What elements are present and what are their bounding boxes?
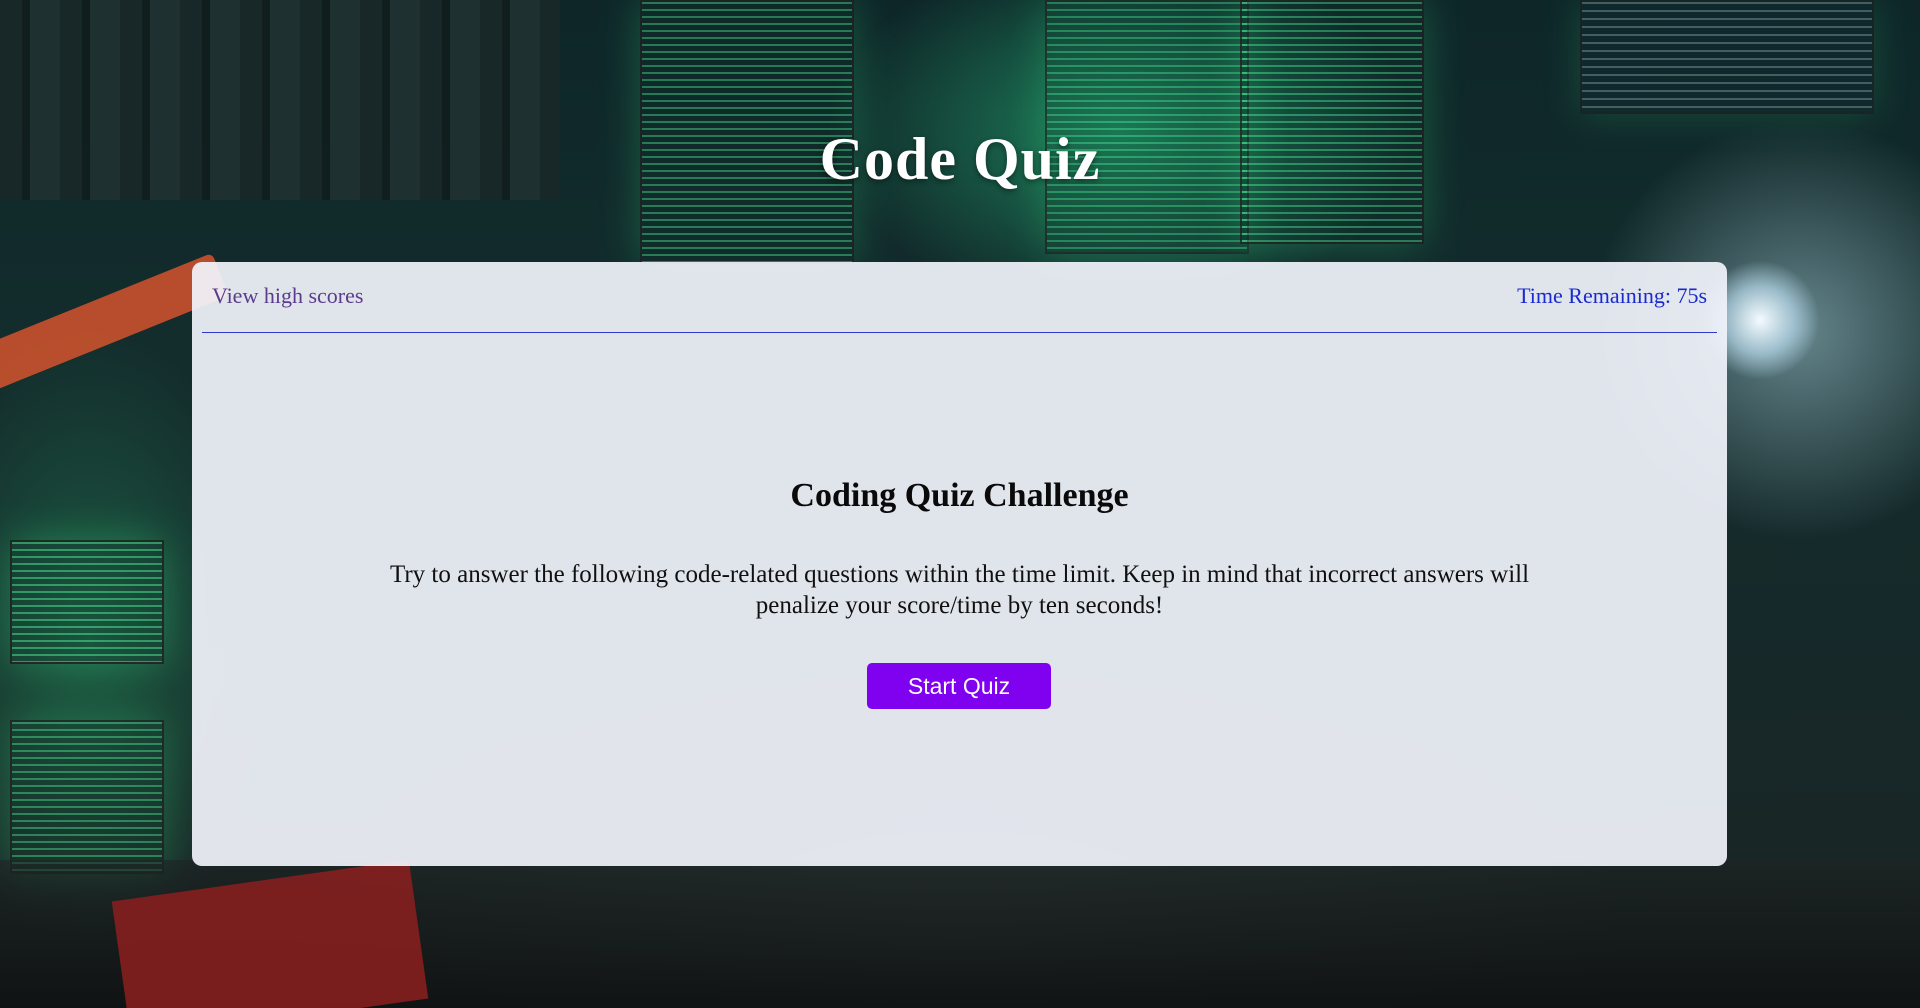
background-monitor — [1240, 0, 1424, 244]
time-remaining-label: Time Remaining: — [1517, 283, 1677, 308]
quiz-panel: View high scores Time Remaining: 75 Codi… — [192, 262, 1727, 866]
panel-header: View high scores Time Remaining: 75 — [202, 262, 1717, 333]
quiz-title: Coding Quiz Challenge — [790, 477, 1129, 514]
background-monitor — [10, 720, 164, 874]
background-monitor — [10, 540, 164, 664]
background-monitor — [1580, 0, 1874, 114]
quiz-description: Try to answer the following code-related… — [389, 561, 1530, 619]
time-remaining: Time Remaining: 75 — [1517, 283, 1707, 309]
time-remaining-value: 75 — [1676, 283, 1707, 308]
start-quiz-button[interactable]: Start Quiz — [867, 663, 1051, 709]
view-high-scores-link[interactable]: View high scores — [212, 283, 363, 309]
site-title: Code Quiz — [819, 126, 1101, 192]
